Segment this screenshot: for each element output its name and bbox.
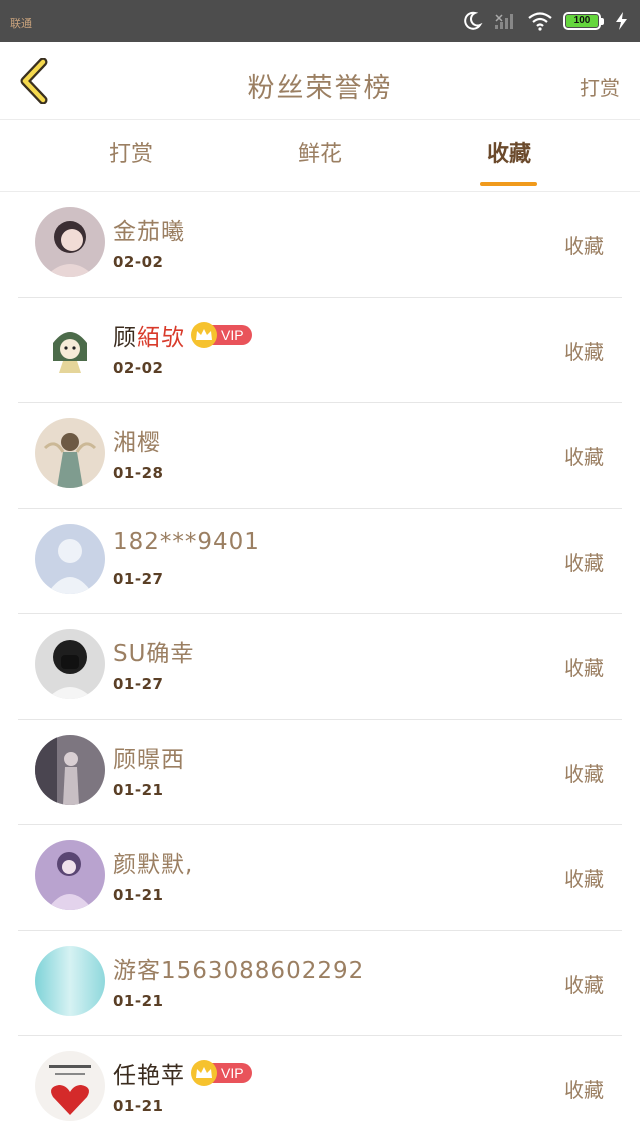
- favorite-label: 收藏: [564, 656, 604, 680]
- list-item[interactable]: 任艳苹 VIP 01-21 收藏: [18, 1036, 622, 1138]
- favorite-label: 收藏: [564, 550, 604, 575]
- date-label: 01-21: [113, 780, 164, 799]
- date-label: 01-21: [113, 886, 164, 904]
- tab-flowers[interactable]: 鲜花: [255, 120, 385, 192]
- tab-tip[interactable]: 打赏: [66, 120, 196, 192]
- masked-person-avatar[interactable]: [35, 629, 105, 699]
- list-item[interactable]: 金茄曦 02-02 收藏: [18, 192, 622, 298]
- signal-icon: [495, 14, 513, 29]
- charging-icon: [616, 12, 627, 30]
- user-name: 颜默默,: [113, 852, 194, 878]
- crown-icon: [191, 1060, 217, 1086]
- list-item[interactable]: 颜默默, 01-21 收藏: [18, 825, 622, 931]
- date-label: 01-27: [113, 569, 164, 588]
- vip-badge: VIP: [191, 321, 252, 348]
- tab-favorites-label: 收藏: [486, 142, 531, 167]
- tip-button[interactable]: 打赏: [580, 72, 620, 101]
- user-name: 任艳苹: [113, 1063, 185, 1089]
- tab-bar: 打赏 鲜花 收藏: [0, 120, 640, 192]
- list-item[interactable]: SU确幸 01-27 收藏: [18, 614, 622, 720]
- list-item[interactable]: 182***9401 01-27 收藏: [18, 509, 622, 614]
- list-item[interactable]: 湘樱 01-28 收藏: [18, 403, 622, 509]
- default-user-avatar[interactable]: [35, 523, 105, 594]
- roses-heart-avatar[interactable]: [35, 1051, 105, 1121]
- fairy-avatar[interactable]: [35, 418, 105, 488]
- name-prefix: 顾: [113, 324, 137, 351]
- user-name: 顾暻西: [113, 746, 185, 773]
- cartoon-girl-avatar[interactable]: [35, 312, 105, 383]
- favorite-label: 收藏: [564, 761, 604, 786]
- list-item[interactable]: 游客1563088602292 01-21 收藏: [18, 931, 622, 1036]
- active-tab-indicator: [480, 182, 537, 186]
- favorite-label: 收藏: [564, 1078, 604, 1102]
- purple-girl-avatar[interactable]: [35, 840, 105, 910]
- user-name: 顾絔欤: [113, 318, 185, 352]
- back-button[interactable]: [14, 58, 54, 104]
- wifi-icon: [528, 12, 552, 31]
- favorite-label: 收藏: [564, 445, 604, 469]
- favorite-label: 收藏: [564, 972, 604, 997]
- status-bar: 联通 100: [0, 0, 640, 42]
- vip-badge: VIP: [191, 1060, 252, 1086]
- date-label: 01-27: [113, 675, 164, 693]
- user-name: 游客1563088602292: [113, 957, 365, 984]
- date-label: 02-02: [113, 358, 164, 377]
- page-title: 粉丝荣誉榜: [247, 73, 393, 104]
- favorite-label: 收藏: [564, 867, 604, 891]
- chevron-left-icon: [20, 58, 48, 104]
- fan-list: 金茄曦 02-02 收藏 顾絔欤 VIP 02-02 收藏 湘樱 01-28 收…: [0, 192, 640, 1138]
- cyan-gradient-avatar[interactable]: [35, 945, 105, 1016]
- user-name: 金茄曦: [113, 219, 185, 245]
- date-label: 01-21: [113, 1097, 164, 1115]
- header: 粉丝荣誉榜 打赏: [0, 42, 640, 120]
- date-label: 01-28: [113, 464, 164, 482]
- list-item[interactable]: 顾絔欤 VIP 02-02 收藏: [18, 298, 622, 403]
- moon-icon: [464, 11, 483, 30]
- list-item[interactable]: 顾暻西 01-21 收藏: [18, 720, 622, 825]
- date-label: 01-21: [113, 991, 164, 1010]
- date-label: 02-02: [113, 253, 164, 271]
- battery-level: 100: [566, 15, 598, 27]
- favorite-label: 收藏: [564, 234, 604, 258]
- user-name: 湘樱: [113, 430, 161, 456]
- favorite-label: 收藏: [564, 339, 604, 364]
- battery-icon: 100: [563, 12, 604, 30]
- user-name: 182***9401: [113, 528, 260, 555]
- girl-portrait-avatar[interactable]: [35, 207, 105, 277]
- tab-favorites[interactable]: 收藏: [444, 120, 574, 192]
- dark-photo-avatar[interactable]: [35, 734, 105, 805]
- crown-icon: [191, 321, 217, 348]
- carrier-label: 联通: [10, 17, 32, 30]
- status-icons: 100: [461, 9, 630, 33]
- name-highlight: 絔欤: [137, 324, 185, 351]
- user-name: SU确幸: [113, 641, 195, 667]
